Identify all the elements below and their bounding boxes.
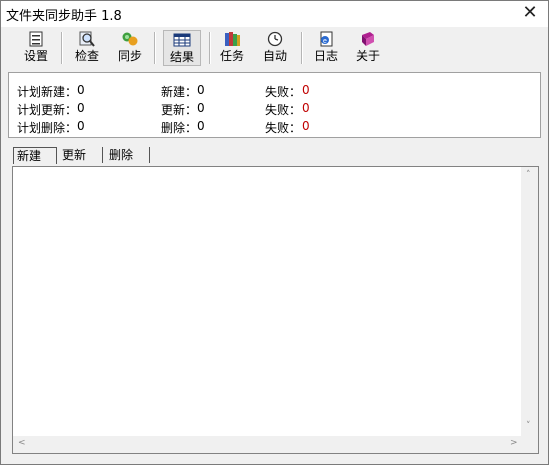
vertical-scrollbar[interactable]: ˄ ˅ <box>521 167 538 436</box>
settings-label: 设置 <box>23 49 48 63</box>
magnifier-icon <box>79 31 95 47</box>
new-value: 0 <box>197 83 205 97</box>
scroll-up-arrow[interactable]: ˄ <box>526 170 531 180</box>
planned-update-value: 0 <box>77 101 85 115</box>
log-button[interactable]: e 日志 <box>311 30 341 66</box>
tasks-button[interactable]: 任务 <box>217 30 247 66</box>
auto-button[interactable]: 自动 <box>260 30 290 66</box>
clock-icon <box>267 31 283 47</box>
result-list[interactable]: ˄ ˅ < > <box>12 166 539 454</box>
results-label: 结果 <box>169 50 194 64</box>
stats-panel: 计划新建： 0 计划更新： 0 计划删除： 0 新建： 0 更新： 0 删除： … <box>8 72 541 138</box>
close-button[interactable]: ✕ <box>518 2 542 24</box>
toolbar-separator <box>301 32 303 64</box>
check-button[interactable]: 检查 <box>71 30 103 66</box>
grid-icon <box>173 33 191 47</box>
scroll-down-arrow[interactable]: ˅ <box>526 421 531 431</box>
fail-delete-label: 失败： <box>265 121 302 135</box>
horizontal-scrollbar[interactable]: < > <box>13 436 538 453</box>
sync-icon <box>122 32 138 46</box>
planned-new-label: 计划新建： <box>17 85 78 99</box>
settings-icon <box>29 31 43 47</box>
fail-new-value: 0 <box>302 83 310 97</box>
planned-update-label: 计划更新： <box>17 103 78 117</box>
fail-new-label: 失败： <box>265 85 302 99</box>
planned-delete-value: 0 <box>77 119 85 133</box>
scroll-right-arrow[interactable]: > <box>510 438 518 448</box>
toolbar-separator <box>154 32 156 64</box>
update-label: 更新： <box>161 103 198 117</box>
toolbar-separator <box>209 32 211 64</box>
log-label: 日志 <box>313 49 338 63</box>
fail-update-value: 0 <box>302 101 310 115</box>
book-icon <box>362 32 374 46</box>
update-value: 0 <box>197 101 205 115</box>
settings-button[interactable]: 设置 <box>21 30 51 66</box>
delete-label: 删除： <box>161 121 198 135</box>
sync-button[interactable]: 同步 <box>115 30 145 66</box>
toolbar-separator <box>61 32 63 64</box>
fail-update-label: 失败： <box>265 103 302 117</box>
planned-new-value: 0 <box>77 83 85 97</box>
check-label: 检查 <box>74 49 99 63</box>
tab-new[interactable]: 新建 <box>13 147 57 164</box>
toolbar: 设置 检查 同步 结果 任务 自动 e 日志 关于 <box>1 28 548 68</box>
window-title: 文件夹同步助手 1.8 <box>6 9 122 24</box>
log-icon: e <box>320 31 333 47</box>
planned-delete-label: 计划删除： <box>17 121 78 135</box>
results-button[interactable]: 结果 <box>163 30 201 66</box>
delete-value: 0 <box>197 119 205 133</box>
tasks-label: 任务 <box>219 49 244 63</box>
fail-delete-value: 0 <box>302 119 310 133</box>
tab-delete[interactable]: 删除 <box>106 147 150 163</box>
books-icon <box>225 32 240 46</box>
auto-label: 自动 <box>262 49 287 63</box>
new-label: 新建： <box>161 85 198 99</box>
about-button[interactable]: 关于 <box>353 30 383 66</box>
app-window: 文件夹同步助手 1.8 ✕ 设置 检查 同步 结果 任务 自动 e 日志 关于 … <box>0 0 549 465</box>
scroll-left-arrow[interactable]: < <box>18 438 26 448</box>
about-label: 关于 <box>355 49 380 63</box>
tab-update[interactable]: 更新 <box>59 147 103 163</box>
title-bar: 文件夹同步助手 1.8 ✕ <box>1 1 548 27</box>
sync-label: 同步 <box>117 49 142 63</box>
svg-text:e: e <box>323 38 327 45</box>
